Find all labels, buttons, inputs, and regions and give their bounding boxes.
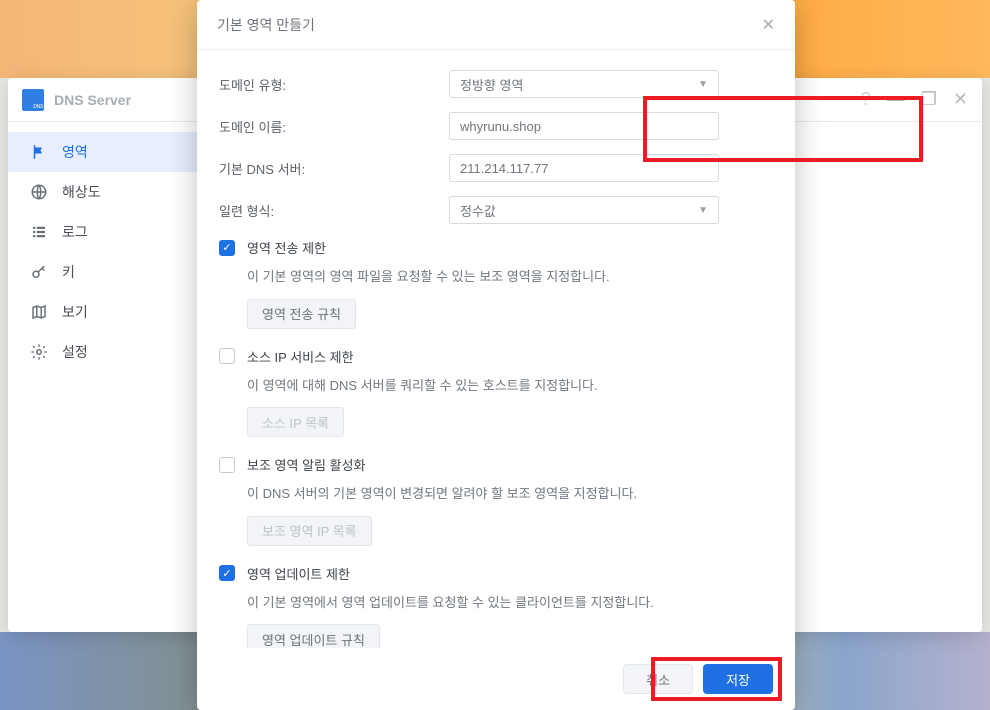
- modal-title: 기본 영역 만들기: [217, 15, 315, 35]
- section-desc: 이 기본 영역의 영역 파일을 요청할 수 있는 보조 영역을 지정합니다.: [247, 267, 773, 287]
- serial-format-value: 정수값: [460, 201, 496, 220]
- dns-server-input[interactable]: 211.214.117.77: [449, 154, 719, 182]
- section-zone-update: 영역 업데이트 제한 이 기본 영역에서 영역 업데이트를 요청할 수 있는 클…: [219, 564, 773, 649]
- checkbox-source-ip[interactable]: [219, 348, 235, 364]
- checkbox-notify[interactable]: [219, 457, 235, 473]
- checkbox-zone-update[interactable]: [219, 565, 235, 581]
- domain-name-value: whyrunu.shop: [460, 119, 541, 134]
- section-zone-transfer: 영역 전송 제한 이 기본 영역의 영역 파일을 요청할 수 있는 보조 영역을…: [219, 238, 773, 329]
- dns-server-value: 211.214.117.77: [460, 161, 548, 176]
- zone-transfer-rules-button[interactable]: 영역 전송 규칙: [247, 299, 356, 329]
- modal-footer: 취소 저장: [197, 648, 795, 710]
- row-domain-name: 도메인 이름: whyrunu.shop: [219, 112, 773, 140]
- label-domain-name: 도메인 이름:: [219, 117, 449, 136]
- row-dns-server: 기본 DNS 서버: 211.214.117.77: [219, 154, 773, 182]
- section-desc: 이 DNS 서버의 기본 영역이 변경되면 알려야 할 보조 영역을 지정합니다…: [247, 484, 773, 504]
- row-domain-type: 도메인 유형: 정방향 영역 ▼: [219, 70, 773, 98]
- section-desc: 이 기본 영역에서 영역 업데이트를 요청할 수 있는 클라이언트를 지정합니다…: [247, 593, 773, 613]
- chevron-down-icon: ▼: [698, 205, 708, 216]
- save-button[interactable]: 저장: [703, 664, 773, 694]
- checkbox-zone-transfer[interactable]: [219, 240, 235, 256]
- checkbox-label: 영역 전송 제한: [247, 238, 326, 257]
- zone-update-rules-button[interactable]: 영역 업데이트 규칙: [247, 624, 380, 648]
- section-desc: 이 영역에 대해 DNS 서버를 쿼리할 수 있는 호스트를 지정합니다.: [247, 376, 773, 396]
- label-dns-server: 기본 DNS 서버:: [219, 159, 449, 178]
- notify-ip-list-button: 보조 영역 IP 목록: [247, 516, 372, 546]
- serial-format-select[interactable]: 정수값 ▼: [449, 196, 719, 224]
- domain-type-select[interactable]: 정방향 영역 ▼: [449, 70, 719, 98]
- label-domain-type: 도메인 유형:: [219, 75, 449, 94]
- section-notify: 보조 영역 알림 활성화 이 DNS 서버의 기본 영역이 변경되면 알려야 할…: [219, 455, 773, 546]
- section-source-ip: 소스 IP 서비스 제한 이 영역에 대해 DNS 서버를 쿼리할 수 있는 호…: [219, 347, 773, 438]
- modal-body: 도메인 유형: 정방향 영역 ▼ 도메인 이름: whyrunu.shop 기본…: [197, 50, 795, 648]
- checkbox-row-zone-update[interactable]: 영역 업데이트 제한: [219, 564, 773, 583]
- create-zone-modal: 기본 영역 만들기 ✕ 도메인 유형: 정방향 영역 ▼ 도메인 이름: why…: [197, 0, 795, 710]
- source-ip-list-button: 소스 IP 목록: [247, 407, 344, 437]
- close-icon[interactable]: ✕: [762, 15, 775, 35]
- domain-type-value: 정방향 영역: [460, 75, 523, 94]
- modal-backdrop: 기본 영역 만들기 ✕ 도메인 유형: 정방향 영역 ▼ 도메인 이름: why…: [0, 0, 990, 710]
- checkbox-row-notify[interactable]: 보조 영역 알림 활성화: [219, 455, 773, 474]
- checkbox-label: 소스 IP 서비스 제한: [247, 347, 354, 366]
- modal-header: 기본 영역 만들기 ✕: [197, 0, 795, 50]
- label-serial-format: 일련 형식:: [219, 201, 449, 220]
- checkbox-label: 보조 영역 알림 활성화: [247, 455, 365, 474]
- row-serial-format: 일련 형식: 정수값 ▼: [219, 196, 773, 224]
- chevron-down-icon: ▼: [698, 79, 708, 90]
- checkbox-label: 영역 업데이트 제한: [247, 564, 350, 583]
- cancel-button[interactable]: 취소: [623, 664, 693, 694]
- checkbox-row-zone-transfer[interactable]: 영역 전송 제한: [219, 238, 773, 257]
- domain-name-input[interactable]: whyrunu.shop: [449, 112, 719, 140]
- checkbox-row-source-ip[interactable]: 소스 IP 서비스 제한: [219, 347, 773, 366]
